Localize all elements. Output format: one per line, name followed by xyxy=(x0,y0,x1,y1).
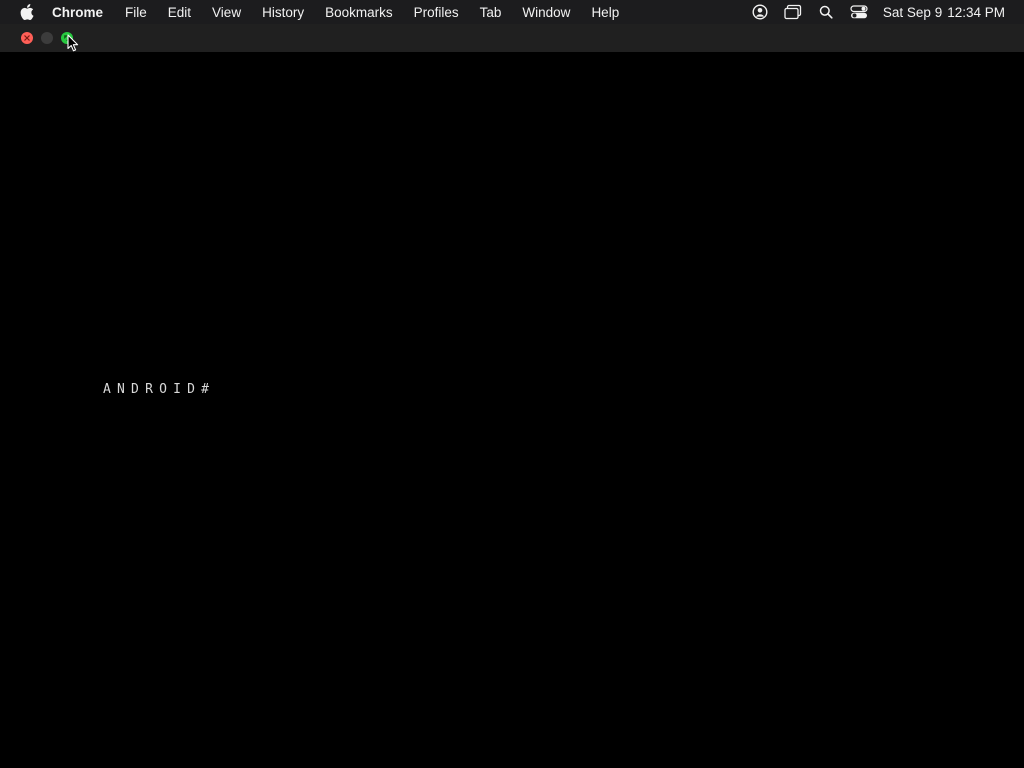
menu-help[interactable]: Help xyxy=(591,5,619,20)
menu-bookmarks[interactable]: Bookmarks xyxy=(325,5,393,20)
menu-bar-clock[interactable]: Sat Sep 9 12:34 PM xyxy=(883,5,1005,20)
close-x-icon xyxy=(24,35,30,41)
mouse-pointer-icon xyxy=(67,34,79,52)
terminal-prompt: ANDROID# xyxy=(103,382,216,397)
menu-file[interactable]: File xyxy=(125,5,147,20)
menu-bar: Chrome File Edit View History Bookmarks … xyxy=(0,0,1024,24)
menu-history[interactable]: History xyxy=(262,5,304,20)
window-minimize-button[interactable] xyxy=(41,32,53,44)
status-area: Sat Sep 9 12:34 PM xyxy=(751,0,1024,24)
window-title-bar xyxy=(0,24,1024,52)
window-close-button[interactable] xyxy=(21,32,33,44)
spotlight-search-icon[interactable] xyxy=(817,3,835,21)
control-center-icon[interactable] xyxy=(850,3,868,21)
user-account-icon[interactable] xyxy=(751,3,769,21)
screen-mirroring-icon[interactable] xyxy=(784,3,802,21)
clock-date: Sat Sep 9 xyxy=(882,4,943,20)
apple-logo-icon[interactable] xyxy=(19,4,35,20)
menu-window[interactable]: Window xyxy=(522,5,570,20)
clock-time: 12:34 PM xyxy=(947,4,1005,20)
menu-app-chrome[interactable]: Chrome xyxy=(52,5,103,20)
menu-tab[interactable]: Tab xyxy=(480,5,502,20)
menu-view[interactable]: View xyxy=(212,5,241,20)
terminal-screen[interactable]: ANDROID# xyxy=(0,52,1024,768)
menu-profiles[interactable]: Profiles xyxy=(414,5,459,20)
menu-edit[interactable]: Edit xyxy=(168,5,191,20)
